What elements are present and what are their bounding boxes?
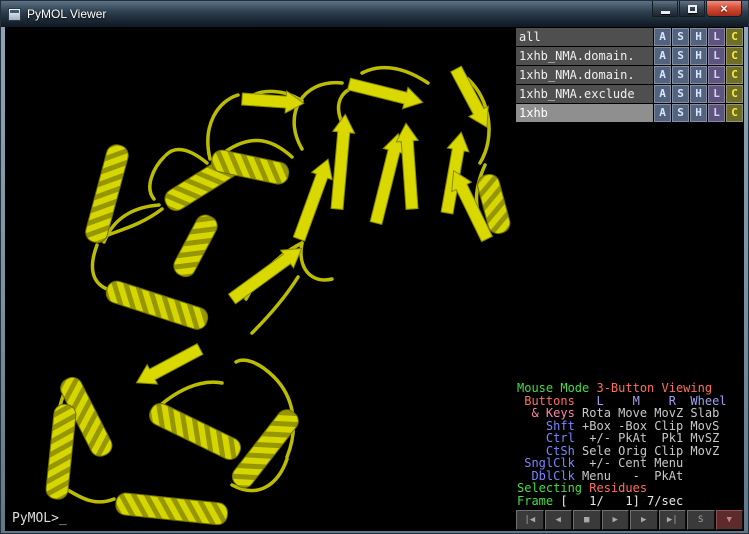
row-button-c[interactable]: C [726,47,743,65]
main-content: PyMOL>_ all ASHLC 1xhb_NMA.domain. ASHLC… [5,27,744,531]
object-row: 1xhb ASHLC [516,104,743,122]
object-row: 1xhb_NMA.domain. ASHLC [516,66,743,84]
close-button[interactable]: × [706,1,742,17]
command-prompt[interactable]: PyMOL>_ [12,511,67,526]
titlebar[interactable]: PyMOL Viewer × [1,1,748,27]
panel-spacer [516,123,743,382]
object-buttons: ASHLC [654,66,743,84]
beta-strands [131,64,497,393]
object-name[interactable]: 1xhb [516,104,653,122]
maximize-button[interactable] [679,1,705,17]
row-button-h[interactable]: H [690,85,707,103]
row-button-l[interactable]: L [708,66,725,84]
mouse-panel-line: Frame [ 1/ 1] 7/sec [517,495,743,508]
side-panel: all ASHLC 1xhb_NMA.domain. ASHLC 1xhb_NM… [515,27,744,531]
molecule-viewport[interactable]: PyMOL>_ [5,27,515,531]
alpha-helices [45,143,512,526]
mouse-panel-lines: Mouse Mode 3-Button Viewing Buttons L M … [517,382,743,507]
object-rows: all ASHLC 1xhb_NMA.domain. ASHLC 1xhb_NM… [516,28,743,123]
rewind-button[interactable]: |◀ [516,510,544,530]
minimize-button[interactable] [652,1,678,17]
row-button-c[interactable]: C [726,85,743,103]
object-row: all ASHLC [516,28,743,46]
window-title: PyMOL Viewer [27,7,106,21]
row-button-l[interactable]: L [708,104,725,122]
row-button-a[interactable]: A [654,47,671,65]
row-button-s[interactable]: S [672,85,689,103]
protein-cartoon [5,27,515,531]
row-button-l[interactable]: L [708,28,725,46]
row-button-h[interactable]: H [690,104,707,122]
row-button-a[interactable]: A [654,104,671,122]
object-name[interactable]: 1xhb_NMA.domain. [516,47,653,65]
row-button-a[interactable]: A [654,66,671,84]
stop-button[interactable]: ■ [573,510,601,530]
row-button-c[interactable]: C [726,66,743,84]
object-name[interactable]: all [516,28,653,46]
row-button-s[interactable]: S [672,47,689,65]
object-buttons: ASHLC [654,28,743,46]
scene-button[interactable]: S [687,510,715,530]
object-buttons: ASHLC [654,104,743,122]
row-button-l[interactable]: L [708,47,725,65]
pymol-window: PyMOL Viewer × [0,0,749,534]
row-button-s[interactable]: S [672,66,689,84]
row-button-s[interactable]: S [672,28,689,46]
play-button[interactable]: ▶ [602,510,630,530]
object-row: 1xhb_NMA.domain. ASHLC [516,47,743,65]
object-buttons: ASHLC [654,85,743,103]
movie-controls: |◀◀■▶▶▶|S▼ [516,510,743,530]
row-button-h[interactable]: H [690,66,707,84]
object-name[interactable]: 1xhb_NMA.domain. [516,66,653,84]
row-button-c[interactable]: C [726,28,743,46]
object-row: 1xhb_NMA.exclude ASHLC [516,85,743,103]
panel-menu-button[interactable]: ▼ [716,510,744,530]
step-forward-button[interactable]: ▶ [630,510,658,530]
object-name[interactable]: 1xhb_NMA.exclude [516,85,653,103]
row-button-a[interactable]: A [654,85,671,103]
maximize-icon [688,5,697,13]
row-button-l[interactable]: L [708,85,725,103]
row-button-h[interactable]: H [690,47,707,65]
object-buttons: ASHLC [654,47,743,65]
row-button-c[interactable]: C [726,104,743,122]
row-button-a[interactable]: A [654,28,671,46]
row-button-h[interactable]: H [690,28,707,46]
row-button-s[interactable]: S [672,104,689,122]
app-icon [8,8,21,21]
window-controls: × [652,1,744,17]
end-button[interactable]: ▶| [659,510,687,530]
step-back-button[interactable]: ◀ [545,510,573,530]
minimize-icon [661,11,670,14]
